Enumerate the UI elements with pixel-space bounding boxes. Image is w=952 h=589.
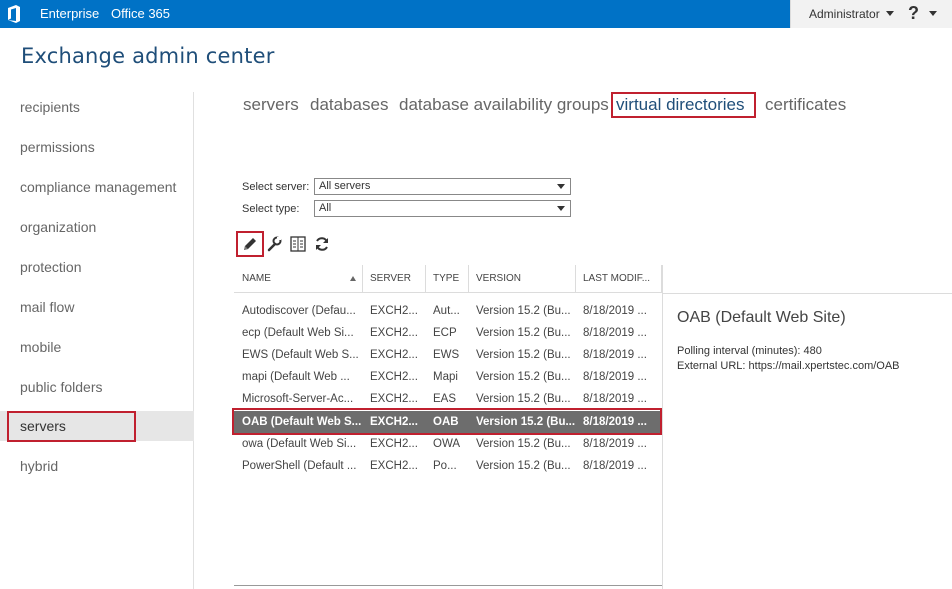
cell-type: Po... bbox=[433, 460, 457, 472]
select-server-label: Select server: bbox=[242, 181, 310, 193]
cell-type: Aut... bbox=[433, 305, 460, 317]
sidebar-item-compliance-management[interactable]: compliance management bbox=[0, 172, 194, 202]
cell-type: ECP bbox=[433, 327, 457, 339]
user-menu-area: Administrator ? bbox=[790, 0, 952, 28]
chevron-down-icon bbox=[557, 184, 565, 189]
column-header-version[interactable]: VERSION bbox=[468, 265, 576, 293]
cell-last-modified: 8/18/2019 ... bbox=[583, 327, 647, 339]
cell-type: EAS bbox=[433, 393, 457, 405]
help-icon[interactable]: ? bbox=[908, 3, 919, 24]
sidebar: recipients permissions compliance manage… bbox=[0, 92, 194, 589]
top-navigation-bar: Enterprise Office 365 Administrator ? bbox=[0, 0, 952, 28]
cell-type: OWA bbox=[433, 438, 461, 450]
chevron-down-icon bbox=[557, 206, 565, 211]
table-row[interactable]: Autodiscover (Defau... EXCH2... Aut... V… bbox=[234, 300, 662, 322]
edit-highlight-box bbox=[236, 231, 264, 257]
sidebar-item-mail-flow[interactable]: mail flow bbox=[0, 292, 194, 322]
office-logo-icon[interactable] bbox=[6, 5, 22, 23]
details-pane-divider bbox=[662, 265, 663, 589]
selected-row-highlight-box bbox=[232, 408, 662, 435]
table-bottom-border bbox=[234, 585, 662, 586]
table-row[interactable]: ecp (Default Web Si... EXCH2... ECP Vers… bbox=[234, 322, 662, 344]
chevron-down-icon[interactable] bbox=[929, 11, 937, 16]
cell-type: Mapi bbox=[433, 371, 458, 383]
sidebar-item-protection[interactable]: protection bbox=[0, 252, 194, 282]
sidebar-item-permissions[interactable]: permissions bbox=[0, 132, 194, 162]
cell-version: Version 15.2 (Bu... bbox=[476, 305, 571, 317]
cell-server: EXCH2... bbox=[370, 305, 418, 317]
page-title: Exchange admin center bbox=[21, 44, 275, 68]
cell-server: EXCH2... bbox=[370, 371, 418, 383]
cell-last-modified: 8/18/2019 ... bbox=[583, 393, 647, 405]
office365-link[interactable]: Office 365 bbox=[111, 6, 170, 21]
details-pane-top-border bbox=[662, 293, 952, 294]
cell-name: EWS (Default Web S... bbox=[242, 349, 359, 361]
cell-version: Version 15.2 (Bu... bbox=[476, 349, 571, 361]
user-menu-button[interactable]: Administrator bbox=[809, 7, 880, 21]
select-type-value: All bbox=[319, 202, 332, 214]
cell-server: EXCH2... bbox=[370, 393, 418, 405]
table-row[interactable]: PowerShell (Default ... EXCH2... Po... V… bbox=[234, 455, 662, 477]
select-type-label: Select type: bbox=[242, 203, 300, 215]
select-type-dropdown[interactable]: All bbox=[314, 200, 571, 217]
cell-server: EXCH2... bbox=[370, 460, 418, 472]
details-title: OAB (Default Web Site) bbox=[677, 309, 846, 326]
details-external-url: External URL: https://mail.xpertstec.com… bbox=[677, 360, 900, 372]
table-row[interactable]: mapi (Default Web ... EXCH2... Mapi Vers… bbox=[234, 366, 662, 388]
cell-server: EXCH2... bbox=[370, 438, 418, 450]
sort-ascending-icon bbox=[350, 276, 356, 281]
refresh-icon[interactable] bbox=[314, 236, 330, 252]
column-header-name[interactable]: NAME bbox=[234, 265, 363, 293]
servers-highlight-box bbox=[7, 411, 136, 442]
cell-version: Version 15.2 (Bu... bbox=[476, 327, 571, 339]
sidebar-item-organization[interactable]: organization bbox=[0, 212, 194, 242]
cell-last-modified: 8/18/2019 ... bbox=[583, 371, 647, 383]
cell-name: Microsoft-Server-Ac... bbox=[242, 393, 354, 405]
tab-certificates[interactable]: certificates bbox=[765, 95, 846, 115]
cell-version: Version 15.2 (Bu... bbox=[476, 460, 571, 472]
enterprise-link[interactable]: Enterprise bbox=[40, 6, 99, 21]
cell-server: EXCH2... bbox=[370, 327, 418, 339]
cell-type: EWS bbox=[433, 349, 460, 361]
tab-servers[interactable]: servers bbox=[243, 95, 299, 115]
details-polling-interval: Polling interval (minutes): 480 bbox=[677, 345, 822, 357]
sidebar-item-mobile[interactable]: mobile bbox=[0, 332, 194, 362]
table-row[interactable]: EWS (Default Web S... EXCH2... EWS Versi… bbox=[234, 344, 662, 366]
tab-database-availability-groups[interactable]: database availability groups bbox=[399, 95, 609, 115]
cell-last-modified: 8/18/2019 ... bbox=[583, 460, 647, 472]
cell-last-modified: 8/18/2019 ... bbox=[583, 349, 647, 361]
virtual-directories-highlight-box bbox=[611, 92, 756, 118]
cell-last-modified: 8/18/2019 ... bbox=[583, 438, 647, 450]
sidebar-item-recipients[interactable]: recipients bbox=[0, 92, 194, 122]
cell-name: PowerShell (Default ... bbox=[242, 460, 357, 472]
cell-server: EXCH2... bbox=[370, 349, 418, 361]
cell-last-modified: 8/18/2019 ... bbox=[583, 305, 647, 317]
cell-version: Version 15.2 (Bu... bbox=[476, 393, 571, 405]
table-row[interactable]: Microsoft-Server-Ac... EXCH2... EAS Vers… bbox=[234, 388, 662, 410]
cell-name: ecp (Default Web Si... bbox=[242, 327, 354, 339]
column-header-name-label: NAME bbox=[242, 273, 271, 284]
cell-name: Autodiscover (Defau... bbox=[242, 305, 356, 317]
cell-version: Version 15.2 (Bu... bbox=[476, 371, 571, 383]
sidebar-item-public-folders[interactable]: public folders bbox=[0, 372, 194, 402]
column-header-type[interactable]: TYPE bbox=[425, 265, 469, 293]
tab-databases[interactable]: databases bbox=[310, 95, 388, 115]
cell-name: owa (Default Web Si... bbox=[242, 438, 357, 450]
column-header-server[interactable]: SERVER bbox=[362, 265, 426, 293]
wrench-icon[interactable] bbox=[266, 236, 282, 252]
select-server-value: All servers bbox=[319, 180, 371, 192]
cell-version: Version 15.2 (Bu... bbox=[476, 438, 571, 450]
chevron-down-icon[interactable] bbox=[886, 11, 894, 16]
cell-name: mapi (Default Web ... bbox=[242, 371, 350, 383]
properties-list-icon[interactable] bbox=[290, 236, 306, 252]
select-server-dropdown[interactable]: All servers bbox=[314, 178, 571, 195]
column-header-last-modified[interactable]: LAST MODIF... bbox=[575, 265, 662, 293]
table-row[interactable]: owa (Default Web Si... EXCH2... OWA Vers… bbox=[234, 433, 662, 455]
sidebar-item-hybrid[interactable]: hybrid bbox=[0, 451, 194, 481]
